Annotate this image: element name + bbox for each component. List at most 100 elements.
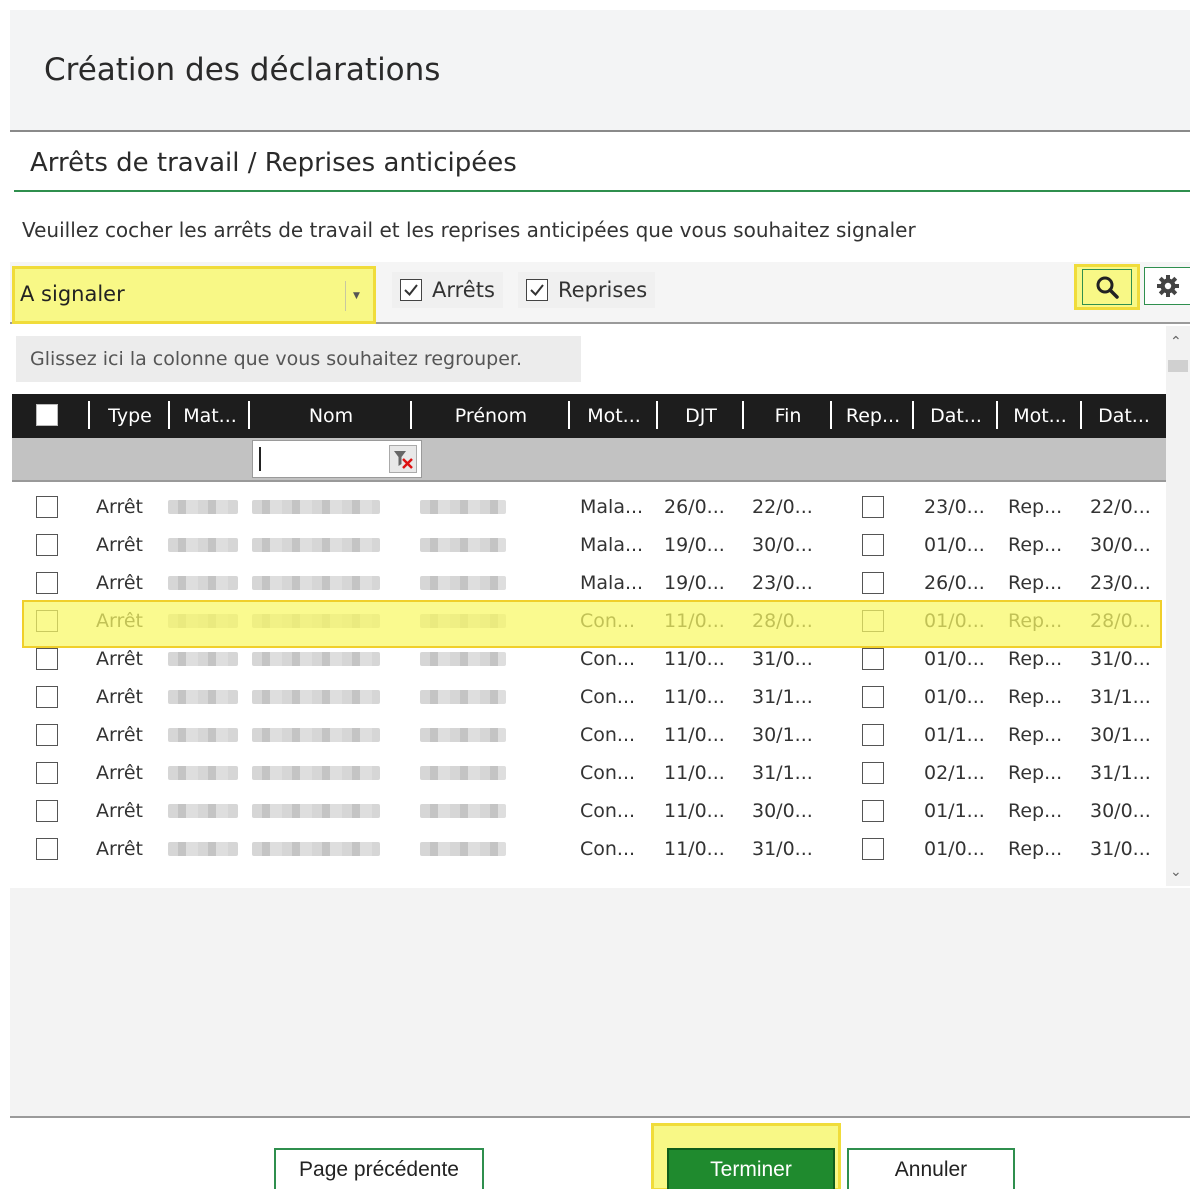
- table-row[interactable]: Arrêt Mala... 19/0... 23/0... 26/0... Rep... 2…: [12, 564, 1166, 602]
- row-select-checkbox[interactable]: [36, 724, 58, 746]
- col-header-motif[interactable]: Mot...: [572, 394, 656, 438]
- previous-page-button[interactable]: Page précédente: [274, 1148, 484, 1189]
- cell-type: Arrêt: [96, 686, 144, 708]
- cell-motif: Con...: [580, 724, 636, 746]
- row-select-checkbox[interactable]: [36, 800, 58, 822]
- row-select-checkbox[interactable]: [36, 838, 58, 860]
- col-header-matricule[interactable]: Mat...: [172, 394, 248, 438]
- table-row[interactable]: Arrêt Con... 11/0... 30/1... 01/1... Rep... 30…: [12, 716, 1166, 754]
- instruction-text: Veuillez cocher les arrêts de travail et…: [22, 218, 916, 242]
- cell-fin: 30/1...: [752, 724, 813, 746]
- redacted-matricule: [168, 842, 238, 856]
- cell-djt: 11/0...: [664, 838, 725, 860]
- grid-vertical-scrollbar[interactable]: ⌃ ⌄: [1166, 326, 1190, 886]
- table-row[interactable]: Arrêt Mala... 26/0... 22/0... 23/0... Rep... 2…: [12, 488, 1166, 526]
- table-row[interactable]: Arrêt Con... 11/0... 31/1... 02/1... Rep... 31…: [12, 754, 1166, 792]
- col-header-fin[interactable]: Fin: [746, 394, 830, 438]
- redacted-nom: [252, 728, 380, 742]
- cell-motif-reprise: Rep...: [1008, 800, 1063, 822]
- reprise-checkbox[interactable]: [862, 572, 884, 594]
- cell-djt: 11/0...: [664, 724, 725, 746]
- cell-motif-reprise: Rep...: [1008, 534, 1063, 556]
- reprise-checkbox[interactable]: [862, 800, 884, 822]
- reprises-checkbox[interactable]: Reprises: [518, 272, 656, 308]
- table-row[interactable]: Arrêt Con... 11/0... 30/0... 01/1... Rep... 30…: [12, 792, 1166, 830]
- cell-date-fin: 30/0...: [1090, 534, 1151, 556]
- redacted-nom: [252, 652, 380, 666]
- redacted-matricule: [168, 804, 238, 818]
- row-select-checkbox[interactable]: [36, 762, 58, 784]
- cell-date-reprise: 01/0...: [924, 534, 985, 556]
- reprise-checkbox[interactable]: [862, 686, 884, 708]
- cell-djt: 11/0...: [664, 648, 725, 670]
- cell-djt: 11/0...: [664, 686, 725, 708]
- scroll-down-icon[interactable]: ⌄: [1170, 864, 1182, 880]
- cell-date-fin: 22/0...: [1090, 496, 1151, 518]
- reprise-checkbox[interactable]: [862, 496, 884, 518]
- redacted-prenom: [420, 728, 506, 742]
- table-row[interactable]: Arrêt Con... 11/0... 31/1... 01/0... Rep... 31…: [12, 678, 1166, 716]
- status-filter-combo[interactable]: A signaler ▼: [12, 266, 376, 324]
- row-select-checkbox[interactable]: [36, 534, 58, 556]
- cell-fin: 23/0...: [752, 572, 813, 594]
- window-title: Création des déclarations: [44, 52, 441, 88]
- col-header-type[interactable]: Type: [92, 394, 168, 438]
- redacted-prenom: [420, 804, 506, 818]
- cell-fin: 31/1...: [752, 762, 813, 784]
- reprise-checkbox[interactable]: [862, 762, 884, 784]
- checkbox-checked-icon[interactable]: [400, 279, 422, 301]
- cell-motif: Mala...: [580, 534, 644, 556]
- scroll-thumb[interactable]: [1168, 360, 1188, 372]
- cell-motif-reprise: Rep...: [1008, 572, 1063, 594]
- chevron-down-icon[interactable]: ▼: [345, 281, 367, 311]
- col-header-djt[interactable]: DJT: [660, 394, 742, 438]
- row-select-checkbox[interactable]: [36, 572, 58, 594]
- redacted-nom: [252, 576, 380, 590]
- cell-type: Arrêt: [96, 496, 144, 518]
- redacted-nom: [252, 538, 380, 552]
- reprise-checkbox[interactable]: [862, 610, 884, 632]
- checkbox-checked-icon[interactable]: [526, 279, 548, 301]
- empty-panel-area: [10, 888, 1190, 1116]
- select-all-checkbox[interactable]: [36, 404, 58, 426]
- cell-type: Arrêt: [96, 762, 144, 784]
- window-header: Création des déclarations: [10, 10, 1190, 132]
- redacted-nom: [252, 500, 380, 514]
- table-row[interactable]: Arrêt Con... 11/0... 31/0... 01/0... Rep... 31…: [12, 830, 1166, 868]
- nom-filter-input[interactable]: [252, 440, 422, 478]
- cell-motif-reprise: Rep...: [1008, 724, 1063, 746]
- arrets-checkbox[interactable]: Arrêts: [392, 272, 503, 308]
- cell-date-fin: 23/0...: [1090, 572, 1151, 594]
- row-select-checkbox[interactable]: [36, 610, 58, 632]
- table-row[interactable]: Arrêt Con... 11/0... 31/0... 01/0... Rep... 31…: [12, 640, 1166, 678]
- col-header-prenom[interactable]: Prénom: [414, 394, 568, 438]
- table-row[interactable]: Arrêt Con... 11/0... 28/0... 01/0... Rep... 28…: [12, 602, 1166, 640]
- arrets-label: Arrêts: [432, 278, 495, 302]
- clear-filter-icon[interactable]: [389, 445, 417, 473]
- col-header-date-reprise[interactable]: Dat...: [916, 394, 996, 438]
- scroll-up-icon[interactable]: ⌃: [1170, 334, 1182, 350]
- reprise-checkbox[interactable]: [862, 838, 884, 860]
- cell-motif-reprise: Rep...: [1008, 686, 1063, 708]
- finish-button[interactable]: Terminer: [667, 1148, 835, 1189]
- col-header-reprise[interactable]: Rep...: [834, 394, 912, 438]
- row-select-checkbox[interactable]: [36, 686, 58, 708]
- col-header-motif-reprise[interactable]: Mot...: [1000, 394, 1080, 438]
- group-by-drop-area[interactable]: Glissez ici la colonne que vous souhaite…: [16, 336, 581, 382]
- col-header-date-fin[interactable]: Dat...: [1084, 394, 1164, 438]
- cell-motif: Con...: [580, 686, 636, 708]
- cell-motif-reprise: Rep...: [1008, 610, 1063, 632]
- settings-button[interactable]: [1144, 267, 1190, 305]
- reprise-checkbox[interactable]: [862, 724, 884, 746]
- col-header-nom[interactable]: Nom: [252, 394, 410, 438]
- row-select-checkbox[interactable]: [36, 496, 58, 518]
- table-row[interactable]: Arrêt Mala... 19/0... 30/0... 01/0... Rep... 3…: [12, 526, 1166, 564]
- cell-type: Arrêt: [96, 534, 144, 556]
- row-select-checkbox[interactable]: [36, 648, 58, 670]
- reprise-checkbox[interactable]: [862, 648, 884, 670]
- redacted-matricule: [168, 614, 238, 628]
- cell-motif-reprise: Rep...: [1008, 838, 1063, 860]
- cancel-button[interactable]: Annuler: [847, 1148, 1015, 1189]
- reprise-checkbox[interactable]: [862, 534, 884, 556]
- search-button[interactable]: [1074, 264, 1140, 310]
